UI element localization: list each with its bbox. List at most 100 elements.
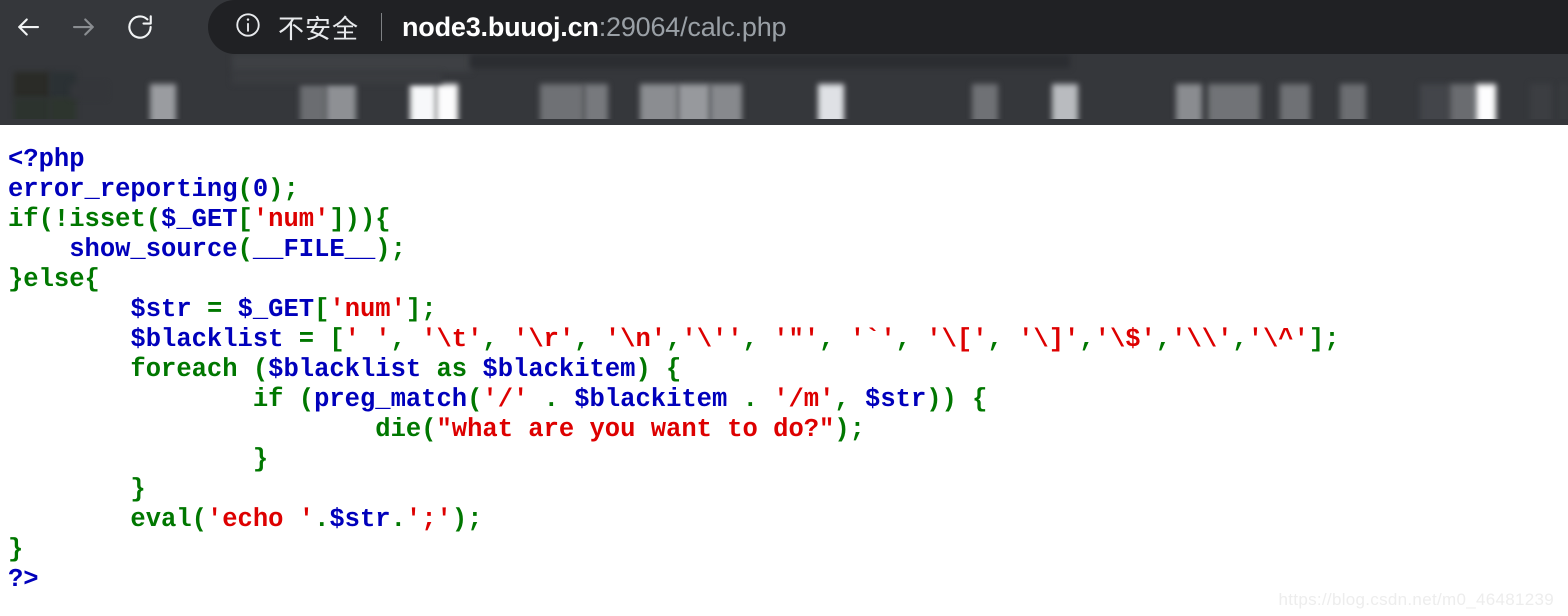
url-path: :29064/calc.php — [598, 11, 787, 42]
code-token: $blackitem — [574, 385, 728, 414]
code-token: , — [819, 325, 850, 354]
code-line: if (preg_match('/' . $blackitem . '/m', … — [8, 385, 1568, 415]
info-circle-icon[interactable] — [234, 11, 262, 44]
code-token: $blackitem — [482, 355, 636, 384]
code-line: <?php — [8, 145, 1568, 175]
watermark-text: https://blog.csdn.net/m0_46481239 — [1278, 590, 1554, 609]
url-text[interactable]: node3.buuoj.cn:29064/calc.php — [402, 11, 787, 43]
code-token: ])){ — [329, 205, 391, 234]
code-token: ( — [237, 175, 253, 204]
code-token: '/' — [482, 385, 529, 414]
code-token: , — [834, 385, 866, 414]
code-token: [ — [237, 205, 253, 234]
code-token: ?> — [8, 565, 39, 594]
code-line: die("what are you want to do?"); — [8, 415, 1568, 445]
code-token: , — [1079, 325, 1095, 354]
code-token: ); — [451, 505, 483, 534]
back-button[interactable] — [0, 0, 56, 54]
bookmark-blur-block — [14, 72, 50, 98]
forward-button[interactable] — [56, 0, 112, 54]
code-token: foreach ( — [130, 355, 269, 384]
code-line: eval('echo '.$str.';'); — [8, 505, 1568, 535]
bookmark-blur-block — [70, 84, 106, 98]
code-token: $str — [329, 505, 391, 534]
code-token: if(!isset( — [8, 205, 162, 234]
code-token: '\]' — [1018, 325, 1080, 354]
code-token: . — [314, 505, 330, 534]
code-token: <?php — [8, 145, 85, 174]
code-token: eval( — [130, 505, 207, 534]
code-token: . — [390, 505, 406, 534]
code-token: )) { — [926, 385, 988, 414]
code-token: preg_match — [314, 385, 468, 414]
code-token: $blacklist — [268, 355, 422, 384]
code-token: [ — [314, 295, 330, 324]
security-status-label: 不安全 — [278, 13, 360, 44]
code-line: }else{ — [8, 265, 1568, 295]
code-token: = [ — [283, 325, 345, 354]
code-token: 0 — [252, 175, 269, 204]
code-token: ( — [237, 235, 253, 264]
code-token: , — [482, 325, 514, 354]
code-token: 'num' — [329, 295, 406, 324]
code-token: '\t' — [421, 325, 483, 354]
code-token: __FILE__ — [252, 235, 376, 264]
code-token: ( — [467, 385, 483, 414]
code-token: , — [390, 325, 422, 354]
code-token: = — [191, 295, 238, 324]
code-token: ); — [375, 235, 406, 264]
code-token: ]; — [1308, 325, 1340, 354]
code-line: if(!isset($_GET['num'])){ — [8, 205, 1568, 235]
arrow-left-icon — [13, 12, 43, 42]
browser-toolbar: 不安全 node3.buuoj.cn:29064/calc.php — [0, 0, 1568, 54]
code-token: ' ' — [344, 325, 391, 354]
code-token: } — [252, 445, 269, 474]
code-token: , — [1155, 325, 1172, 354]
code-token: $_GET — [161, 205, 238, 234]
reload-icon — [125, 12, 155, 42]
code-line: foreach ($blacklist as $blackitem) { — [8, 355, 1568, 385]
code-token: error_reporting — [8, 175, 238, 204]
url-host: node3.buuoj.cn — [402, 11, 599, 42]
code-token: '"' — [773, 325, 820, 354]
code-token: . — [528, 385, 575, 414]
php-source-code: <?php error_reporting(0); if(!isset($_GET[… — [0, 125, 1568, 595]
arrow-right-icon — [69, 12, 99, 42]
bookmark-blur-block — [232, 72, 442, 84]
code-token: ) { — [635, 355, 682, 384]
code-token: 'echo ' — [206, 505, 315, 534]
code-token: "what are you want to do?" — [436, 415, 835, 444]
code-token: } — [130, 475, 146, 504]
code-line: error_reporting(0); — [8, 175, 1568, 205]
code-line: } — [8, 445, 1568, 475]
code-token: '/m' — [773, 385, 835, 414]
bookmarks-bar[interactable] — [0, 54, 1568, 125]
code-token: '\$' — [1094, 325, 1156, 354]
code-token: } — [8, 535, 24, 564]
code-token: ';' — [405, 505, 452, 534]
code-token: '\\' — [1171, 325, 1233, 354]
code-token: '\[' — [926, 325, 988, 354]
code-token: die( — [375, 415, 437, 444]
page-content: <?php error_reporting(0); if(!isset($_GET[… — [0, 125, 1568, 616]
code-token: show_source — [69, 235, 238, 264]
code-token: , — [987, 325, 1019, 354]
code-line: $str = $_GET['num']; — [8, 295, 1568, 325]
code-token: , — [574, 325, 605, 354]
code-token: '\^' — [1247, 325, 1309, 354]
code-token: if ( — [252, 385, 315, 414]
code-token: $_GET — [237, 295, 315, 324]
browser-chrome: 不安全 node3.buuoj.cn:29064/calc.php — [0, 0, 1568, 125]
code-token: . — [727, 385, 774, 414]
code-token: ); — [268, 175, 299, 204]
code-line: } — [8, 475, 1568, 505]
address-bar[interactable]: 不安全 node3.buuoj.cn:29064/calc.php — [208, 0, 1568, 54]
bookmark-blur-block — [232, 54, 472, 72]
code-token: 'num' — [252, 205, 330, 234]
omnibox-divider — [381, 13, 383, 41]
code-token: , — [666, 325, 682, 354]
code-token: ]; — [405, 295, 437, 324]
reload-button[interactable] — [112, 0, 168, 54]
code-token: ); — [834, 415, 865, 444]
code-token: '`' — [849, 325, 896, 354]
